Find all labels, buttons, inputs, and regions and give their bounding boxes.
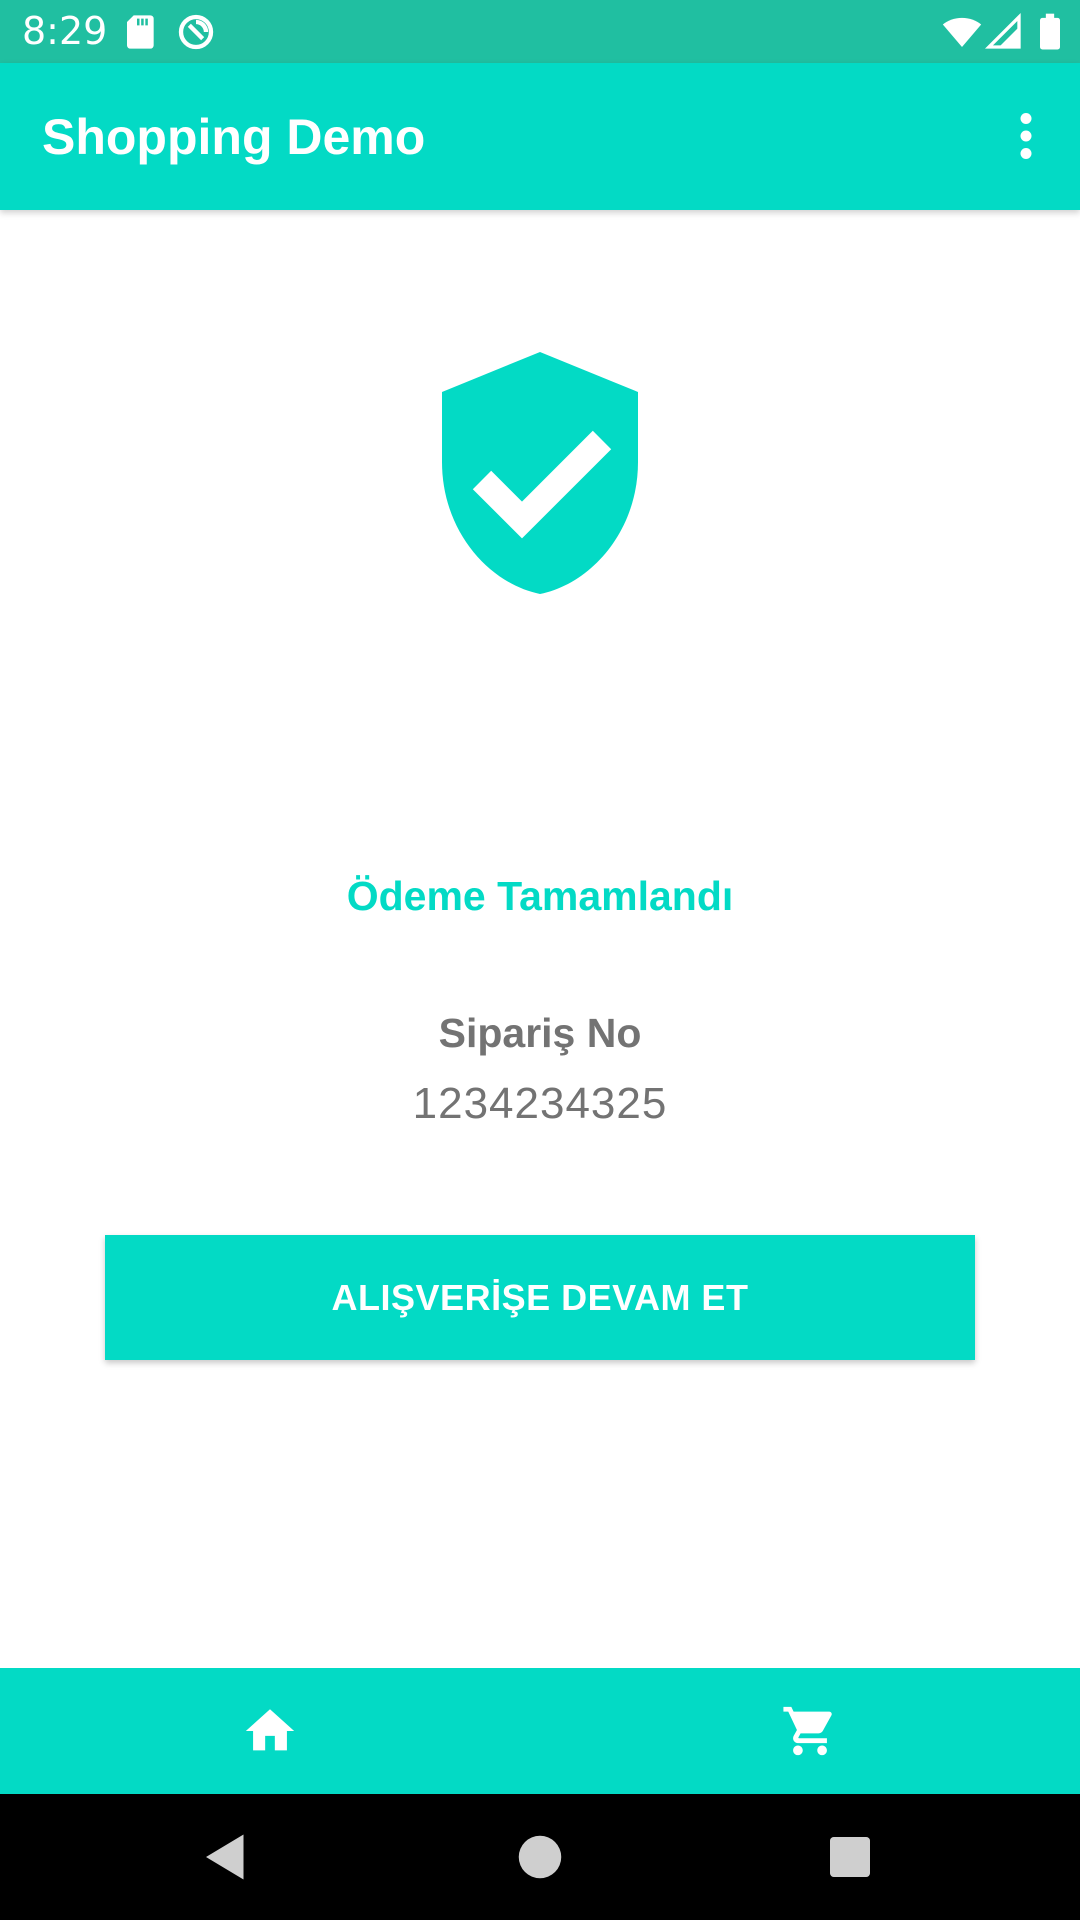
app-title: Shopping Demo	[42, 109, 426, 165]
shield-check-icon	[442, 352, 638, 594]
app-bar: Shopping Demo	[0, 63, 1080, 210]
more-vert-icon[interactable]	[996, 103, 1056, 169]
system-navigation-bar	[0, 1794, 1080, 1920]
wifi-icon	[942, 17, 982, 47]
sync-icon	[178, 14, 214, 50]
nav-item-cart[interactable]	[540, 1668, 1080, 1794]
status-time: 8:29	[22, 9, 108, 53]
home-icon	[245, 1709, 295, 1751]
sd-card-icon	[127, 15, 154, 49]
continue-shopping-button[interactable]: ALIŞVERİŞE DEVAM ET	[105, 1235, 975, 1360]
battery-icon	[1040, 13, 1060, 50]
nav-item-home[interactable]	[0, 1668, 540, 1794]
order-complete-screen: 8:29 Shopping Demo Ödeme Tamamlandı Sipa…	[0, 0, 1080, 1920]
home-circle-icon[interactable]	[510, 1827, 570, 1887]
back-icon[interactable]	[196, 1827, 256, 1887]
signal-icon	[984, 12, 1021, 49]
recents-icon[interactable]	[820, 1827, 880, 1887]
payment-complete-title: Ödeme Tamamlandı	[346, 873, 734, 919]
status-bar: 8:29	[0, 0, 1080, 63]
order-number-label: Sipariş No	[438, 1010, 642, 1056]
order-number-value: 1234234325	[412, 1079, 668, 1128]
shopping-cart-icon	[783, 1706, 832, 1756]
bottom-navigation	[0, 1668, 1080, 1794]
